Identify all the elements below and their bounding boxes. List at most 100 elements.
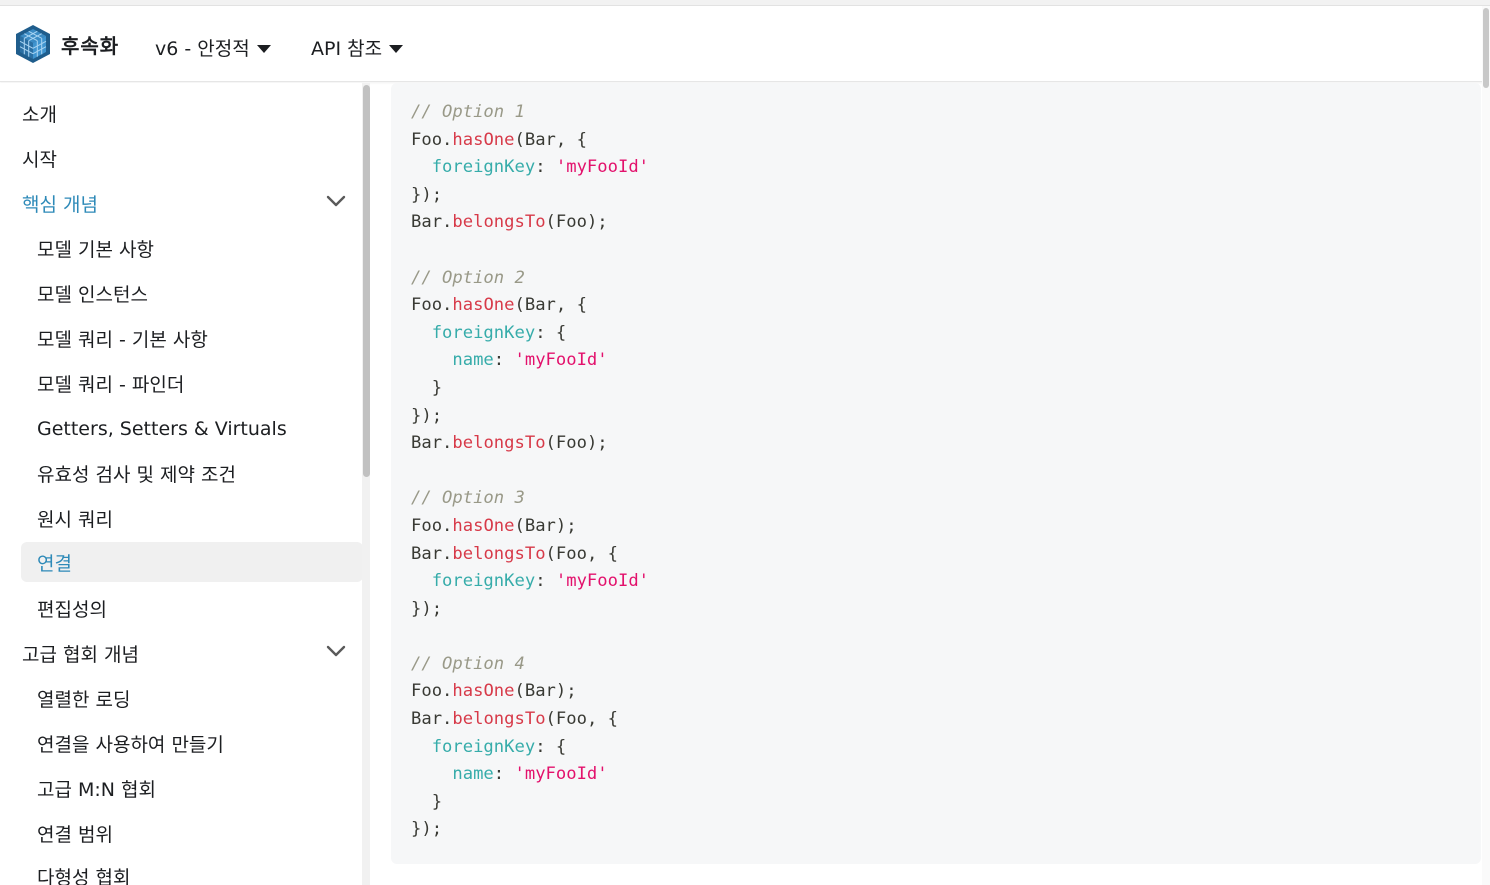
page-scrollbar-thumb[interactable] [1483, 8, 1489, 88]
code-token-plain: Foo. [411, 681, 453, 702]
code-token-plain: } [411, 791, 443, 812]
sidebar-item-model-querying-basics[interactable]: 모델 쿼리 - 기본 사항 [21, 318, 363, 358]
code-token-fn: hasOne [452, 295, 515, 316]
chevron-down-icon[interactable] [326, 194, 346, 208]
code-token-comment: // Option 1 [411, 102, 525, 122]
code-line: Bar.belongsTo(Foo, { [411, 541, 649, 569]
code-line: Foo.hasOne(Bar, { [411, 292, 649, 320]
caret-down-icon [389, 44, 404, 53]
code-token-plain: (Bar); [514, 515, 577, 536]
code-token-prop: foreignKey [411, 157, 536, 178]
sidebar-item-polymorphic-associations[interactable]: 다형성 협회 [21, 856, 363, 885]
sidebar-item-model-instances[interactable]: 모델 인스턴스 [21, 273, 363, 313]
code-token-fn: belongsTo [452, 433, 546, 454]
code-line: foreignKey: 'myFooId' [411, 154, 649, 182]
sidebar-item-advanced-many-to-many[interactable]: 고급 M:N 협회 [21, 768, 363, 808]
sidebar-item-getters-setters-virtuals[interactable]: Getters, Setters & Virtuals [21, 409, 363, 449]
api-reference-dropdown[interactable]: API 참조 [311, 34, 404, 61]
code-line: Bar.belongsTo(Foo); [411, 430, 649, 458]
code-token-plain: (Bar); [514, 681, 577, 702]
sidebar-item-label: 원시 쿼리 [37, 508, 113, 531]
code-token-plain: (Foo, { [545, 543, 618, 564]
code-line: }); [411, 403, 649, 431]
version-dropdown-label: v6 - 안정적 [155, 38, 250, 60]
sidebar-item-model-basics[interactable]: 모델 기본 사항 [21, 228, 363, 268]
code-token-str: 'myFooId' [514, 764, 608, 785]
code-token-str: 'myFooId' [555, 571, 650, 592]
sidebar-item-label: 모델 쿼리 - 기본 사항 [37, 328, 208, 351]
sidebar-item-label: 연결 [37, 552, 72, 575]
code-token-fn: hasOne [452, 515, 515, 536]
sidebar-category-core-concepts[interactable]: 핵심 개념 [22, 183, 362, 223]
sidebar-scrollbar-thumb[interactable] [363, 85, 370, 477]
code-line: } [411, 789, 649, 817]
brand-title: 후속화 [61, 33, 120, 58]
sidebar-item-label: 연결 범위 [37, 823, 113, 846]
code-token-plain: (Bar, { [514, 129, 587, 150]
sidebar-item-label: 연결을 사용하여 만들기 [37, 733, 224, 756]
sequelize-cube-logo-icon [16, 25, 50, 63]
brand-link[interactable]: 후속화 [14, 24, 119, 64]
page-scrollbar[interactable] [1482, 6, 1490, 885]
code-token-plain: }); [411, 598, 443, 619]
code-token-plain: (Bar, { [514, 295, 587, 316]
code-line: name: 'myFooId' [411, 761, 649, 789]
code-token-comment: // Option 3 [411, 488, 525, 509]
code-token-prop: foreignKey [411, 571, 536, 592]
code-token-plain: Bar. [411, 212, 453, 233]
code-token-plain: Bar. [411, 433, 453, 454]
chevron-down-icon[interactable] [326, 644, 346, 658]
sidebar-item-raw-queries[interactable]: 원시 쿼리 [21, 498, 363, 538]
code-line: // Option 4 [411, 651, 649, 679]
code-token-plain: : [493, 764, 515, 785]
code-token-plain: }); [411, 184, 443, 205]
code-line: // Option 2 [411, 265, 649, 293]
sidebar-item-label: Getters, Setters & Virtuals [37, 418, 287, 440]
sidebar-item-label: 모델 기본 사항 [37, 238, 154, 261]
sidebar-item-getting-started[interactable]: 시작 [22, 138, 362, 178]
sidebar-item-label: 다형성 협회 [37, 866, 131, 885]
code-token-plain: : { [535, 322, 567, 343]
code-token-plain: : [535, 571, 556, 592]
code-token-prop: name [411, 764, 494, 785]
sidebar-item-paranoid[interactable]: 편집성의 [21, 588, 363, 628]
code-token-prop: name [411, 350, 494, 371]
code-token-comment: // Option 2 [411, 267, 525, 288]
code-token-plain: (Foo, { [545, 709, 618, 730]
sidebar-item-eager-loading[interactable]: 열렬한 로딩 [21, 678, 363, 718]
sidebar-item-label: 고급 협회 개념 [22, 643, 139, 666]
code-token-fn: hasOne [452, 681, 515, 702]
sidebar-item-associations[interactable]: 연결 [21, 542, 363, 582]
version-dropdown[interactable]: v6 - 안정적 [155, 34, 271, 61]
sidebar-item-label: 유효성 검사 및 제약 조건 [37, 463, 236, 486]
top-navbar: 후속화 v6 - 안정적 API 참조 [0, 6, 1490, 82]
code-token-plain: Foo. [411, 515, 453, 536]
sidebar-item-model-querying-finders[interactable]: 모델 쿼리 - 파인더 [21, 363, 363, 403]
code-token-plain: } [411, 377, 443, 398]
sidebar-item-label: 고급 M:N 협회 [37, 778, 157, 801]
sidebar-item-label: 열렬한 로딩 [37, 688, 131, 711]
docs-sidebar: 소개 시작 핵심 개념 모델 기본 사항 모델 인스턴스 모델 쿼리 - 기본 … [0, 83, 370, 885]
sidebar-item-creating-with-associations[interactable]: 연결을 사용하여 만들기 [21, 723, 363, 763]
code-token-plain: Foo. [411, 129, 453, 150]
sidebar-item-label: 핵심 개념 [22, 193, 98, 216]
code-token-plain: : [493, 350, 515, 371]
code-token-plain: Bar. [411, 543, 453, 564]
sidebar-item-label: 편집성의 [37, 598, 107, 621]
code-line: } [411, 375, 649, 403]
code-line: Bar.belongsTo(Foo); [411, 209, 649, 237]
code-token-fn: belongsTo [452, 709, 546, 730]
code-line: Foo.hasOne(Bar); [411, 678, 649, 706]
sidebar-item-label: 모델 인스턴스 [37, 283, 148, 306]
sidebar-category-advanced-association-concepts[interactable]: 고급 협회 개념 [22, 633, 362, 673]
code-token-fn: belongsTo [452, 543, 546, 564]
sidebar-item-introduction[interactable]: 소개 [22, 93, 362, 133]
sidebar-item-validations-constraints[interactable]: 유효성 검사 및 제약 조건 [21, 453, 363, 493]
code-token-prop: foreignKey [411, 736, 536, 757]
code-content: // Option 1 Foo.hasOne(Bar, { foreignKey:… [411, 99, 649, 844]
sidebar-item-association-scopes[interactable]: 연결 범위 [21, 813, 363, 853]
code-token-plain: (Foo); [545, 212, 608, 233]
